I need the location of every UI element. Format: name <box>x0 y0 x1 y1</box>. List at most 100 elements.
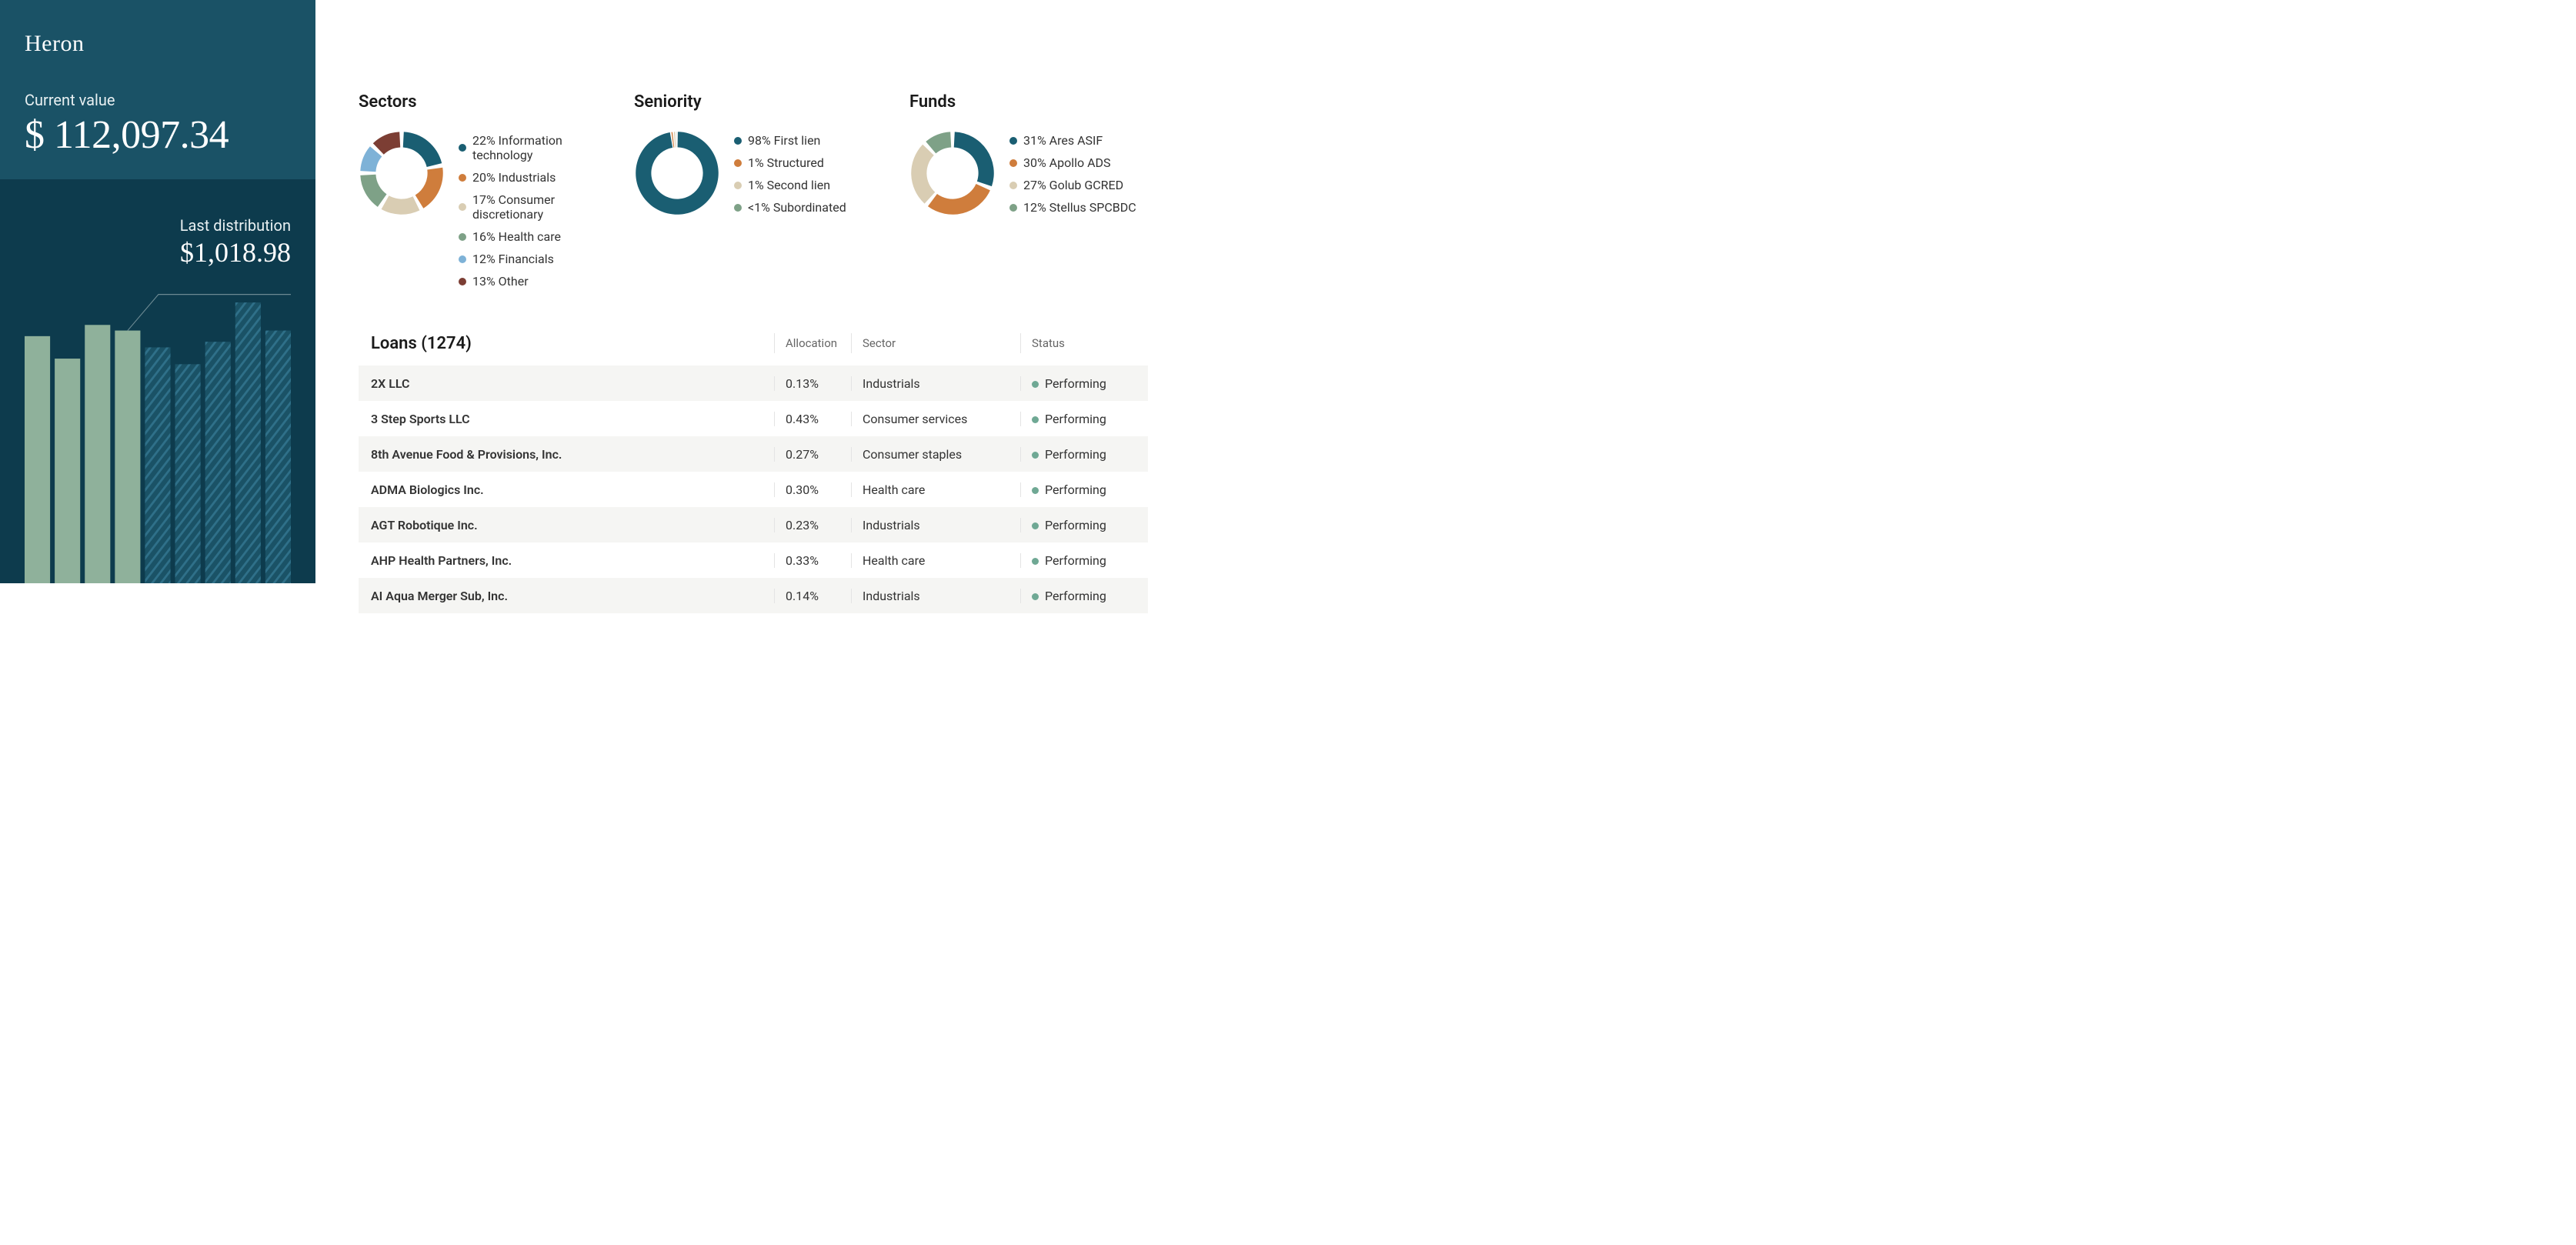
loan-sector: Health care <box>851 482 1020 497</box>
table-row[interactable]: AGT Robotique Inc.0.23%IndustrialsPerfor… <box>359 507 1148 542</box>
status-dot-icon <box>1032 381 1039 388</box>
sectors-block: Sectors 22% Information technology 20% In… <box>359 92 597 289</box>
seniority-donut <box>634 130 720 216</box>
current-value-label: Current value <box>25 91 291 109</box>
donut-slice <box>954 132 994 186</box>
legend-text: 27% Golub GCRED <box>1023 178 1123 192</box>
loan-sector: Health care <box>851 553 1020 568</box>
legend-text: 20% Industrials <box>472 170 556 185</box>
donut-slice <box>415 168 443 209</box>
legend-dot-icon <box>1009 182 1017 189</box>
seniority-legend: 98% First lien1% Structured1% Second lie… <box>734 130 846 215</box>
status-dot-icon <box>1032 593 1039 600</box>
app-logo: Heron <box>25 31 291 57</box>
legend-text: 1% Structured <box>748 155 824 170</box>
legend-dot-icon <box>459 233 466 241</box>
bar <box>145 347 170 583</box>
loan-alloc: 0.13% <box>774 376 851 391</box>
donut-slice <box>382 195 420 214</box>
funds-donut <box>909 130 996 216</box>
legend-item: 1% Structured <box>734 155 846 170</box>
bar <box>25 336 50 583</box>
donut-slice <box>403 132 442 167</box>
legend-item: 13% Other <box>459 274 597 289</box>
bar <box>85 325 110 583</box>
donut-slice <box>360 175 386 207</box>
legend-dot-icon <box>1009 204 1017 212</box>
status-dot-icon <box>1032 416 1039 423</box>
legend-text: 17% Consumer discretionary <box>472 192 597 222</box>
legend-item: <1% Subordinated <box>734 200 846 215</box>
legend-dot-icon <box>459 278 466 285</box>
table-row[interactable]: ADMA Biologics Inc.0.30%Health carePerfo… <box>359 472 1148 507</box>
legend-text: <1% Subordinated <box>748 200 846 215</box>
table-row[interactable]: 8th Avenue Food & Provisions, Inc.0.27%C… <box>359 436 1148 472</box>
bar <box>235 302 261 583</box>
donut-slice <box>928 184 990 215</box>
funds-block: Funds 31% Ares ASIF 30% Apollo ADS 27% Gol… <box>909 92 1148 289</box>
legend-dot-icon <box>734 204 742 212</box>
legend-dot-icon <box>734 137 742 145</box>
current-value: $ 112,097.34 <box>25 112 291 158</box>
loan-alloc: 0.27% <box>774 447 851 462</box>
legend-item: 17% Consumer discretionary <box>459 192 597 222</box>
loan-alloc: 0.23% <box>774 518 851 532</box>
loan-sector: Industrials <box>851 518 1020 532</box>
legend-text: 13% Other <box>472 274 529 289</box>
col-header-allocation[interactable]: Allocation <box>774 333 851 353</box>
legend-dot-icon <box>1009 137 1017 145</box>
loan-alloc: 0.14% <box>774 589 851 603</box>
legend-item: 27% Golub GCRED <box>1009 178 1136 192</box>
legend-item: 22% Information technology <box>459 133 597 162</box>
loan-alloc: 0.30% <box>774 482 851 497</box>
loan-name: 8th Avenue Food & Provisions, Inc. <box>359 447 774 462</box>
main-content: Sectors 22% Information technology 20% In… <box>315 0 1191 583</box>
loan-sector: Consumer staples <box>851 447 1020 462</box>
col-header-status[interactable]: Status <box>1020 333 1148 353</box>
legend-item: 12% Stellus SPCBDC <box>1009 200 1136 215</box>
sectors-legend: 22% Information technology 20% Industrial… <box>459 130 597 289</box>
bar <box>55 359 80 583</box>
legend-text: 12% Financials <box>472 252 554 266</box>
loan-sector: Industrials <box>851 376 1020 391</box>
sectors-donut <box>359 130 445 216</box>
donut-row: Sectors 22% Information technology 20% In… <box>359 92 1148 289</box>
loan-status: Performing <box>1020 589 1148 603</box>
bar <box>265 331 291 583</box>
loan-name: 2X LLC <box>359 376 774 391</box>
status-dot-icon <box>1032 452 1039 459</box>
col-header-sector[interactable]: Sector <box>851 333 1020 353</box>
donut-slice <box>360 146 382 172</box>
sidebar-lower: Last distribution $1,018.98 <box>0 179 315 583</box>
loans-title: Loans (1274) <box>371 334 472 353</box>
funds-title: Funds <box>909 92 1148 112</box>
legend-item: 12% Financials <box>459 252 597 266</box>
table-row[interactable]: 3 Step Sports LLC0.43%Consumer servicesP… <box>359 401 1148 436</box>
table-row[interactable]: AHP Health Partners, Inc.0.33%Health car… <box>359 542 1148 578</box>
loan-status: Performing <box>1020 482 1148 497</box>
bar <box>205 342 231 583</box>
loan-name: AI Aqua Merger Sub, Inc. <box>359 589 774 603</box>
loan-sector: Consumer services <box>851 412 1020 426</box>
legend-dot-icon <box>1009 159 1017 167</box>
table-row[interactable]: 2X LLC0.13%IndustrialsPerforming <box>359 365 1148 401</box>
sidebar-header: Heron Current value $ 112,097.34 <box>0 0 315 179</box>
loan-alloc: 0.43% <box>774 412 851 426</box>
legend-item: 30% Apollo ADS <box>1009 155 1136 170</box>
donut-slice <box>674 132 676 147</box>
sectors-title: Sectors <box>359 92 597 112</box>
donut-slice <box>636 132 719 215</box>
legend-item: 16% Health care <box>459 229 597 244</box>
loan-status: Performing <box>1020 412 1148 426</box>
legend-text: 31% Ares ASIF <box>1023 133 1103 148</box>
legend-item: 1% Second lien <box>734 178 846 192</box>
loan-status: Performing <box>1020 376 1148 391</box>
loan-name: AGT Robotique Inc. <box>359 518 774 532</box>
legend-dot-icon <box>459 255 466 263</box>
legend-dot-icon <box>734 182 742 189</box>
legend-dot-icon <box>459 174 466 182</box>
table-row[interactable]: AI Aqua Merger Sub, Inc.0.14%Industrials… <box>359 578 1148 613</box>
loans-header-row: Loans (1274) Allocation Sector Status <box>359 327 1148 365</box>
donut-slice <box>911 145 935 204</box>
loan-status: Performing <box>1020 447 1148 462</box>
